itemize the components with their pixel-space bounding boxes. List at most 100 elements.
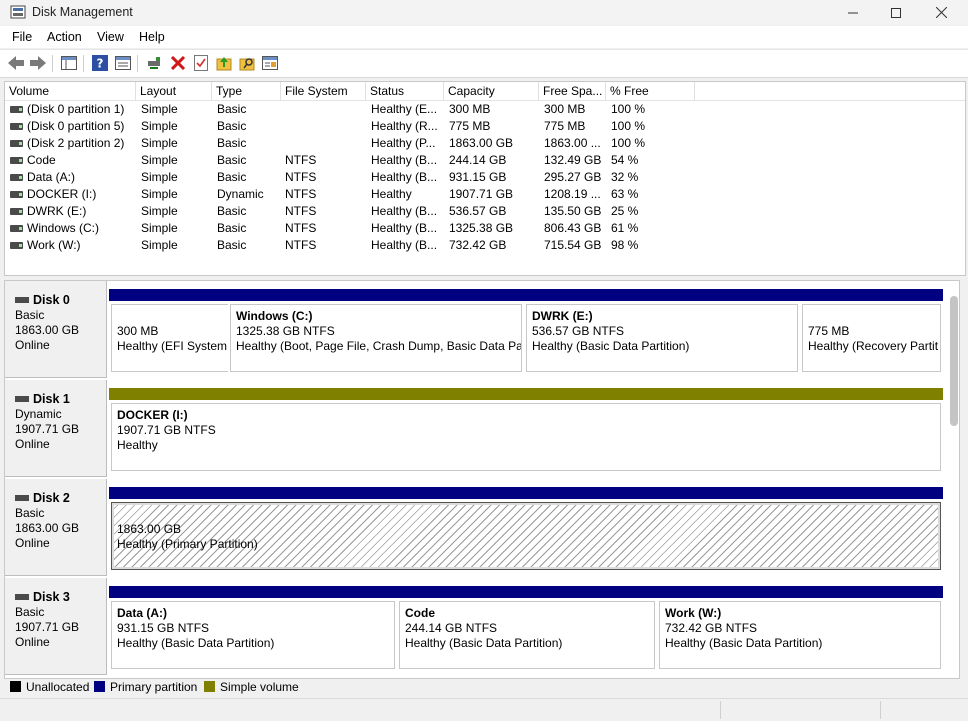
menu-action[interactable]: Action [47, 30, 82, 44]
partition[interactable]: Data (A:) 931.15 GB NTFS Healthy (Basic Da… [109, 586, 397, 671]
partition-size: 244.14 GB NTFS [405, 621, 498, 635]
close-button[interactable] [918, 0, 964, 25]
volume-icon [10, 242, 23, 249]
disk-pane-scrollbar[interactable] [950, 296, 958, 426]
volume-cell: Healthy (E... [371, 102, 438, 116]
status-bar [0, 698, 968, 721]
volume-row[interactable]: Windows (C:) Simple Basic NTFS Healthy (B...… [5, 220, 965, 237]
check-button[interactable] [191, 54, 211, 72]
volume-cell: 1863.00 ... [544, 136, 601, 150]
volume-row[interactable]: Work (W:) Simple Basic NTFS Healthy (B... 732… [5, 237, 965, 254]
column-header-percent-free[interactable]: % Free [606, 82, 695, 100]
help-button[interactable]: ? [90, 54, 110, 72]
volume-row[interactable]: DWRK (E:) Simple Basic NTFS Healthy (B... 536… [5, 203, 965, 220]
disk-block: Disk 0 Basic 1863.00 GB Online 300 MB Healthy… [5, 281, 959, 378]
partition-size: 931.15 GB NTFS [117, 621, 210, 635]
back-button[interactable] [6, 54, 26, 72]
volume-cell: 536.57 GB [449, 204, 507, 218]
export-list-button[interactable] [260, 54, 280, 72]
volume-cell: NTFS [285, 238, 317, 252]
volume-cell: Healthy (B... [371, 153, 438, 167]
column-header-status[interactable]: Status [366, 82, 444, 100]
disk-state: Online [15, 536, 50, 550]
disk-management-app-icon [10, 5, 26, 19]
show-hide-tree-button[interactable] [59, 54, 79, 72]
volume-cell: 732.42 GB [449, 238, 507, 252]
disk-info[interactable]: Disk 3 Basic 1907.71 GB Online [5, 578, 107, 675]
volume-cell: Basic [217, 221, 247, 235]
volume-cell: NTFS [285, 170, 317, 184]
volume-cell: Simple [141, 153, 178, 167]
column-header-free-space[interactable]: Free Spa... [539, 82, 606, 100]
volume-cell: NTFS [285, 153, 317, 167]
volume-cell: Simple [141, 136, 178, 150]
menu-file[interactable]: File [12, 30, 32, 44]
volume-row[interactable]: (Disk 2 partition 2) Simple Basic Healthy (… [5, 135, 965, 152]
connect-button[interactable] [144, 54, 164, 72]
volume-cell: 775 MB [544, 119, 586, 133]
disk-state: Online [15, 437, 50, 451]
delete-button[interactable] [168, 54, 188, 72]
volume-cell: Basic [217, 136, 247, 150]
menu-view[interactable]: View [97, 30, 124, 44]
back-icon [8, 56, 24, 70]
partition[interactable]: 1863.00 GB Healthy (Primary Partition) [109, 487, 943, 572]
partition-title-spacer [117, 507, 935, 522]
search-folder-icon [239, 58, 255, 71]
properties-button[interactable] [113, 54, 133, 72]
partition-size: 775 MB [808, 324, 850, 338]
disk-info[interactable]: Disk 0 Basic 1863.00 GB Online [5, 281, 107, 378]
volume-row[interactable]: (Disk 0 partition 1) Simple Basic Healthy (… [5, 101, 965, 118]
partition-body: 1863.00 GB Healthy (Primary Partition) [111, 502, 941, 570]
partition-title: Data (A:) [117, 606, 167, 620]
legend-item-unallocated: Unallocated [10, 680, 89, 694]
legend-label: Primary partition [110, 680, 198, 694]
volume-cell: Basic [217, 153, 247, 167]
disk-info[interactable]: Disk 2 Basic 1863.00 GB Online [5, 479, 107, 576]
volume-row[interactable]: DOCKER (I:) Simple Dynamic NTFS Healthy 1907.… [5, 186, 965, 203]
partition-size: 1325.38 GB NTFS [236, 324, 335, 338]
partition[interactable]: Code 244.14 GB NTFS Healthy (Basic Data Pa… [397, 586, 657, 671]
volume-cell: DWRK (E:) [27, 204, 87, 218]
partition[interactable]: Windows (C:) 1325.38 GB NTFS Healthy (Boot… [228, 289, 524, 374]
menu-help[interactable]: Help [139, 30, 165, 44]
disk-info[interactable]: Disk 1 Dynamic 1907.71 GB Online [5, 380, 107, 477]
export-list-icon [262, 56, 278, 70]
column-header-file-system[interactable]: File System [281, 82, 366, 100]
partition[interactable]: DWRK (E:) 536.57 GB NTFS Healthy (Basic Da… [524, 289, 800, 374]
volume-cell: 98 % [611, 238, 639, 252]
forward-button[interactable] [28, 54, 48, 72]
volume-cell: Work (W:) [27, 238, 81, 252]
title-bar: Disk Management [0, 0, 968, 25]
volume-cell: NTFS [285, 204, 317, 218]
partition-status: Healthy [117, 438, 158, 452]
column-header-layout[interactable]: Layout [136, 82, 212, 100]
volume-cell: 63 % [611, 187, 639, 201]
volume-list-header: Volume Layout Type File System Status Ca… [5, 82, 965, 101]
volume-row[interactable]: Code Simple Basic NTFS Healthy (B... 244.14 G… [5, 152, 965, 169]
minimize-button[interactable] [830, 0, 876, 25]
partition[interactable]: Work (W:) 732.42 GB NTFS Healthy (Basic Da… [657, 586, 943, 671]
column-header-capacity[interactable]: Capacity [444, 82, 539, 100]
maximize-icon [891, 7, 901, 18]
volume-cell: Code [27, 153, 56, 167]
volume-cell: NTFS [285, 187, 317, 201]
partition[interactable]: DOCKER (I:) 1907.71 GB NTFS Healthy [109, 388, 943, 473]
properties-icon [115, 56, 131, 70]
partition[interactable]: 775 MB Healthy (Recovery Partit [800, 289, 943, 374]
volume-row[interactable]: (Disk 0 partition 5) Simple Basic Healthy (… [5, 118, 965, 135]
volume-cell: 775 MB [449, 119, 491, 133]
volume-row[interactable]: Data (A:) Simple Basic NTFS Healthy (B... 931… [5, 169, 965, 186]
maximize-button[interactable] [873, 0, 919, 25]
column-header-type[interactable]: Type [212, 82, 281, 100]
legend-item-simple: Simple volume [204, 680, 299, 694]
volume-cell: (Disk 0 partition 1) [27, 102, 125, 116]
column-header-volume[interactable]: Volume [5, 82, 136, 100]
partition-body: DWRK (E:) 536.57 GB NTFS Healthy (Basic Da… [526, 304, 798, 372]
partition-size: 1863.00 GB [117, 522, 182, 536]
search-folder-button[interactable] [237, 54, 257, 72]
volume-icon [10, 140, 23, 147]
folder-up-button[interactable] [214, 54, 234, 72]
folder-up-icon [216, 57, 232, 71]
legend: Unallocated Primary partition Simple vol… [4, 678, 962, 696]
